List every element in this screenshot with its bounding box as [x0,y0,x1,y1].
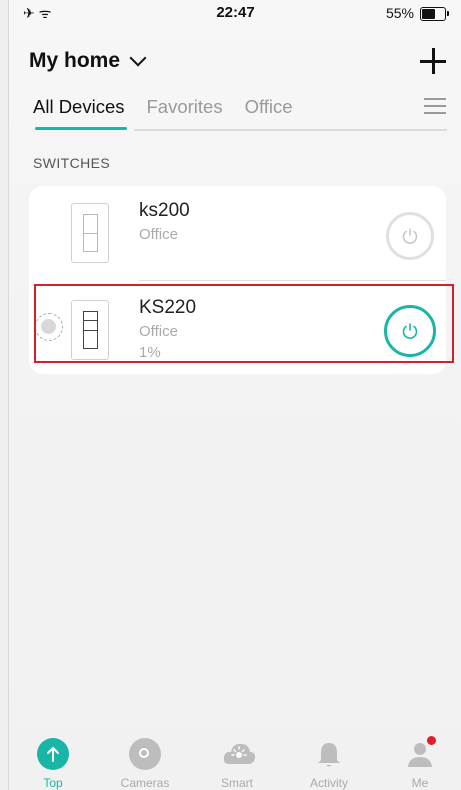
battery-icon [420,7,449,21]
menu-icon[interactable] [424,98,446,114]
section-title: SWITCHES [33,155,111,171]
bottom-nav: Top Cameras Smart Activity Me [9,736,461,790]
nav-label: Activity [309,776,348,790]
device-row-ks200[interactable]: ks200 Office [29,186,446,280]
nav-top[interactable]: Top [18,738,88,790]
battery-percent: 55% [385,5,414,21]
camera-icon [129,738,161,770]
home-title: My home [29,49,121,72]
smart-cloud-icon [221,738,256,770]
nav-label: Me [411,776,429,790]
notification-badge [427,736,436,745]
status-bar: ✈︎ ᯤ 22:47 55% [9,0,461,28]
nav-label: Top [43,776,63,790]
brightness-level: 1% [139,344,161,361]
chevron-down-icon [129,49,147,67]
power-button[interactable] [384,305,436,357]
home-selector[interactable]: My home [29,49,147,73]
tab-office[interactable]: Office [245,96,293,130]
device-room: Office [139,323,178,340]
tab-divider [134,129,447,131]
nav-smart[interactable]: Smart [202,738,272,790]
room-tabs: All Devices Favorites Office [33,96,293,130]
power-icon [402,228,418,244]
device-name: ks200 [139,200,190,221]
row-divider [139,280,446,281]
bell-icon [313,738,345,770]
power-button[interactable] [386,212,434,260]
dimmer-indicator-icon [35,313,63,341]
tab-favorites[interactable]: Favorites [147,96,223,130]
app-screen: ✈︎ ᯤ 22:47 55% My home All Devices Favor… [8,0,461,790]
device-room: Office [139,226,178,243]
add-device-button[interactable] [420,48,446,74]
person-icon [404,736,436,770]
device-list-card: ks200 Office KS220 Office 1% [29,186,446,374]
nav-cameras[interactable]: Cameras [110,738,180,790]
arrow-up-icon [37,738,69,770]
nav-activity[interactable]: Activity [294,738,364,790]
device-row-ks220[interactable]: KS220 Office 1% [29,283,446,377]
power-icon [402,323,418,339]
switch-thumbnail [71,300,109,360]
nav-label: Smart [220,776,253,790]
tab-all-devices[interactable]: All Devices [33,96,126,130]
switch-thumbnail [71,203,109,263]
device-name: KS220 [139,297,197,318]
nav-label: Cameras [120,776,170,790]
nav-me[interactable]: Me [385,736,455,790]
